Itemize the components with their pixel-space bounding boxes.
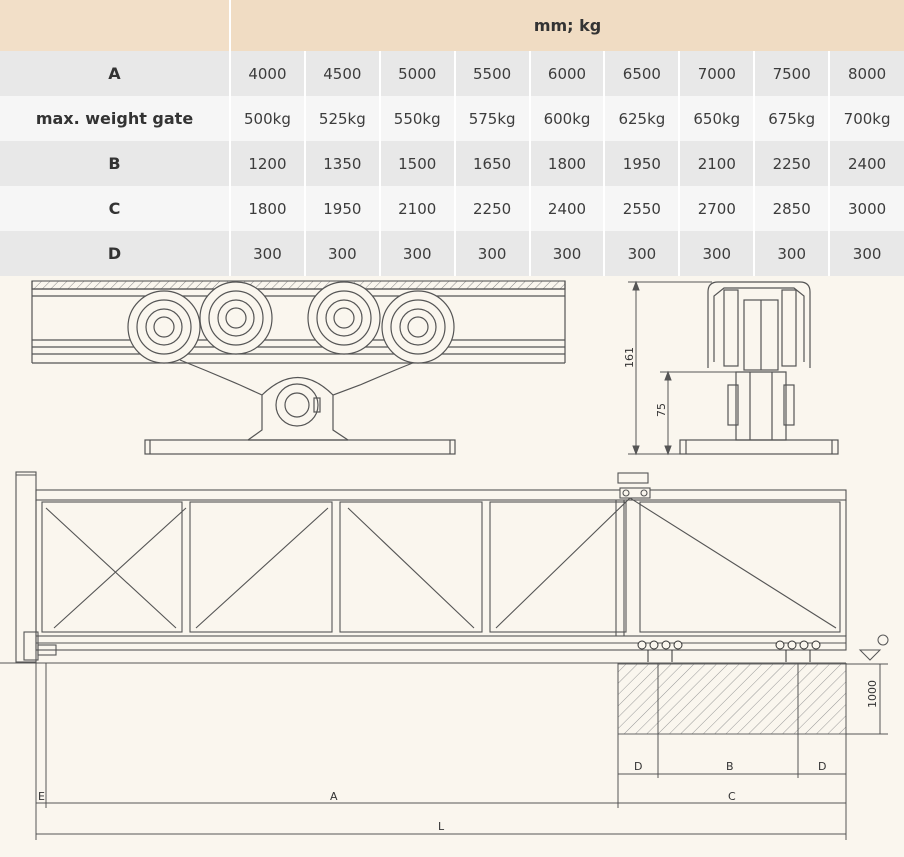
table-row: max. weight gate 500kg 525kg 550kg 575kg 600k… (0, 96, 904, 141)
table-cell: 4500 (304, 51, 381, 96)
table-cell: 300 (454, 231, 531, 276)
row-label: A (0, 51, 231, 96)
table-cell: 300 (604, 231, 681, 276)
roller-wheel (381, 290, 455, 364)
gate-elevation (0, 471, 847, 664)
dimension-75-label: 75 (655, 403, 668, 417)
table-cell: 1950 (604, 141, 681, 186)
dimension-1000-label: 1000 (866, 680, 879, 708)
table-cell: 650kg (679, 96, 756, 141)
table-cell: 300 (379, 231, 456, 276)
table-cell: 1800 (230, 186, 306, 231)
dimension-D-left-label: D (634, 760, 642, 773)
side-view-dimensions (628, 280, 736, 456)
table-cell: 300 (304, 231, 381, 276)
guide-post-right (617, 472, 649, 484)
table-cell: 625kg (604, 96, 681, 141)
table-cell: 300 (754, 231, 831, 276)
table-corner-cell (0, 0, 231, 51)
row-label: B (0, 141, 231, 186)
table-cell: 675kg (754, 96, 831, 141)
table-header-row: mm; kg (0, 0, 904, 51)
table-cell: 300 (529, 231, 606, 276)
technical-drawing: 161 75 1000 D B D E A C L (0, 280, 889, 840)
table-cell: 8000 (829, 51, 904, 96)
roller-carriage-side-view (679, 281, 839, 455)
table-cell: 2400 (529, 186, 606, 231)
table-cell: 5000 (379, 51, 456, 96)
roller-wheel (199, 281, 273, 355)
table-cell: 2250 (754, 141, 831, 186)
dimension-C-label: C (728, 790, 736, 803)
table-cell: 525kg (304, 96, 381, 141)
gate-post-left (15, 471, 37, 663)
dimension-A-label: A (330, 790, 338, 803)
table-row: A 4000 4500 5000 5500 6000 6500 7000 7500 8000 (0, 51, 904, 96)
table-cell: 2850 (754, 186, 831, 231)
roller-wheel (307, 281, 381, 355)
table-cell: 575kg (454, 96, 531, 141)
table-cell: 2250 (454, 186, 531, 231)
table-cell: 1950 (304, 186, 381, 231)
table-cell: 4000 (230, 51, 306, 96)
table-cell: 700kg (829, 96, 904, 141)
table-cell: 5500 (454, 51, 531, 96)
table-cell: 2400 (829, 141, 904, 186)
table-header-units: mm; kg (230, 0, 904, 51)
table-cell: 3000 (829, 186, 904, 231)
table-cell: 600kg (529, 96, 606, 141)
table-cell: 7000 (679, 51, 756, 96)
table-cell: 2100 (679, 141, 756, 186)
table-cell: 6000 (529, 51, 606, 96)
spec-table: mm; kg A 4000 4500 5000 5500 6000 6500 7000 7500… (0, 0, 904, 276)
table-row: C 1800 1950 2100 2250 2400 2550 2700 2850 3000 (0, 186, 904, 231)
table-cell: 7500 (754, 51, 831, 96)
table-cell: 550kg (379, 96, 456, 141)
table-cell: 1800 (529, 141, 606, 186)
table-cell: 1500 (379, 141, 456, 186)
table-cell: 6500 (604, 51, 681, 96)
row-label: C (0, 186, 231, 231)
roller-carriages-on-gate (637, 640, 821, 662)
table-cell: 1350 (304, 141, 381, 186)
table-cell: 500kg (230, 96, 306, 141)
table-cell: 2550 (604, 186, 681, 231)
dimension-L-label: L (438, 820, 445, 833)
table-cell: 1650 (454, 141, 531, 186)
table-cell: 300 (829, 231, 904, 276)
dimension-161-label: 161 (623, 347, 636, 368)
table-cell: 2100 (379, 186, 456, 231)
table-row: B 1200 1350 1500 1650 1800 1950 2100 2250 2400 (0, 141, 904, 186)
row-label: D (0, 231, 231, 276)
dimension-B-label: B (726, 760, 734, 773)
roller-wheel (127, 290, 201, 364)
table-cell: 300 (679, 231, 756, 276)
table-cell: 1200 (230, 141, 306, 186)
counterweight-foundation (617, 663, 847, 735)
table-row: D 300 300 300 300 300 300 300 300 300 (0, 231, 904, 276)
roller-carriage-front-view (31, 280, 566, 455)
dimension-E-label: E (38, 790, 45, 803)
table-cell: 300 (230, 231, 306, 276)
table-cell: 2700 (679, 186, 756, 231)
dimension-D-right-label: D (818, 760, 826, 773)
row-label: max. weight gate (0, 96, 231, 141)
